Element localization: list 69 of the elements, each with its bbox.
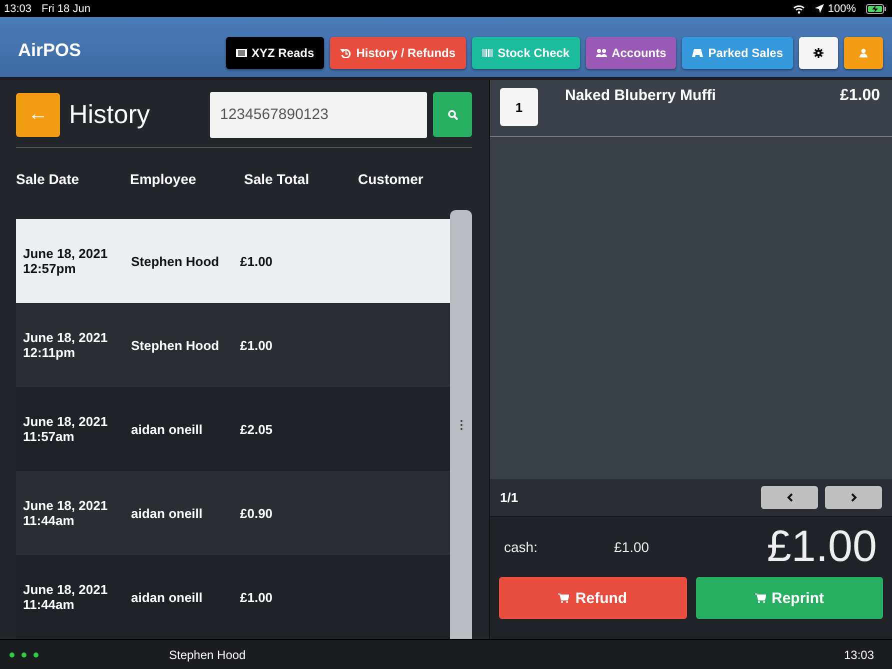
battery-charging-icon [866, 4, 886, 14]
history-icon [340, 48, 352, 58]
sale-total-amount: £1.00 [766, 522, 877, 572]
sale-time: 11:57am [23, 429, 76, 444]
sale-total: £1.00 [240, 590, 274, 604]
cart-icon [754, 593, 766, 603]
sale-row[interactable]: June 18, 2021 11:44am aidan oneill £0.90 [16, 471, 450, 555]
sale-time: 12:11pm [23, 345, 76, 360]
footer-time: 13:03 [844, 648, 874, 662]
employee-name: aidan oneill [131, 590, 204, 604]
column-header: Sale Date [16, 171, 80, 187]
sale-date: June 18, 2021 [23, 414, 109, 429]
quantity-badge: 1 [500, 88, 538, 126]
status-time: 13:03 [4, 2, 32, 14]
employee-name: Stephen Hood [131, 254, 220, 268]
search-button[interactable] [433, 92, 472, 137]
drag-handle-icon [460, 420, 462, 430]
sale-total: £0.90 [240, 506, 274, 520]
sale-row[interactable]: June 18, 2021 11:57am aidan oneill £2.05 [16, 387, 450, 471]
list-icon [236, 48, 246, 58]
logged-in-user: Stephen Hood [169, 648, 247, 662]
sale-time: 11:44am [23, 597, 76, 612]
payment-amount: £1.00 [614, 539, 650, 555]
employee-name: aidan oneill [131, 506, 204, 520]
sale-total: £2.05 [240, 422, 274, 436]
sale-date: June 18, 2021 [23, 498, 109, 513]
page-title: History [69, 99, 151, 130]
column-header: Customer [358, 171, 424, 187]
sale-row[interactable]: June 18, 2021 12:57pm Stephen Hood £1.00 [16, 219, 450, 303]
status-dots-icon [9, 652, 39, 658]
settings-icon [813, 48, 824, 58]
sale-row[interactable]: June 18, 2021 12:11pm Stephen Hood £1.00 [16, 303, 450, 387]
location-arrow-icon [814, 4, 824, 13]
battery-percent: 100% [828, 2, 856, 14]
action-button[interactable]: Refund [499, 577, 686, 619]
sale-total: £1.00 [240, 338, 274, 352]
next-page-button[interactable] [825, 486, 882, 509]
previous-page-button[interactable] [761, 486, 818, 509]
item-name: Naked Bluberry Muffi [565, 87, 717, 104]
chevron-left-icon [786, 493, 792, 502]
nav-button[interactable]: History / Refunds [330, 37, 466, 69]
barcode-icon [482, 48, 493, 58]
search-field[interactable]: 1234567890123 [210, 92, 427, 138]
cart-icon [558, 593, 570, 603]
sale-row[interactable]: June 18, 2021 11:44am aidan oneill £1.00 [16, 555, 450, 639]
sale-date: June 18, 2021 [23, 330, 109, 345]
nav-button[interactable]: Accounts [586, 37, 676, 69]
sale-total: £1.00 [240, 254, 274, 268]
chevron-right-icon [850, 493, 856, 502]
column-header: Sale Total [244, 171, 310, 187]
nav-button[interactable]: XYZ Reads [226, 37, 324, 69]
user-icon [858, 48, 869, 58]
nav-button[interactable] [799, 37, 838, 69]
sale-time: 11:44am [23, 513, 76, 528]
sale-date: June 18, 2021 [23, 582, 109, 597]
page-indicator: 1/1 [500, 490, 520, 505]
employee-name: Stephen Hood [131, 338, 220, 352]
app-title: AirPOS [18, 40, 82, 61]
item-price: £1.00 [840, 87, 880, 105]
status-date: Fri 18 Jun [42, 2, 90, 14]
people-icon [596, 48, 607, 58]
column-header: Employee [130, 171, 198, 187]
scrollbar[interactable] [450, 210, 472, 639]
sale-time: 12:57pm [23, 261, 77, 276]
payment-method: cash: [504, 539, 538, 555]
employee-name: aidan oneill [131, 422, 204, 436]
sale-date: June 18, 2021 [23, 246, 109, 261]
search-icon [448, 110, 458, 120]
wifi-icon [792, 4, 805, 14]
